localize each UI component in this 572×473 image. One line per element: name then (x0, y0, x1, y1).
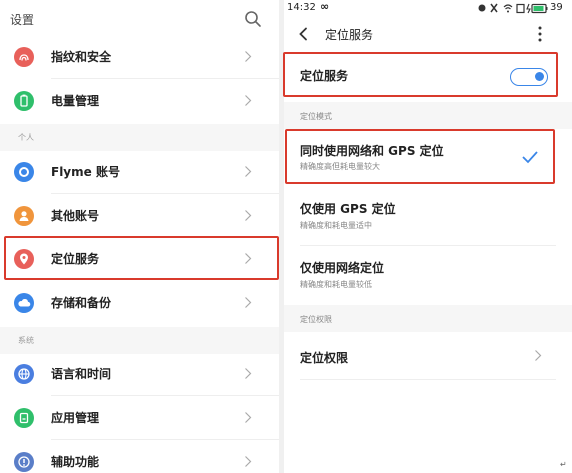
chevron-right-icon (245, 297, 252, 308)
flyme-account-icon (14, 162, 34, 182)
page-title: 设置 (10, 13, 35, 27)
battery-status-icon (531, 3, 548, 14)
permission-label: 定位权限 (300, 351, 349, 365)
settings-item-app-management[interactable]: 应用管理 (0, 396, 279, 440)
fingerprint-icon (14, 47, 34, 67)
status-icons (478, 3, 548, 14)
mode-title: 仅使用网络定位 (300, 261, 385, 275)
section-label: 定位权限 (300, 315, 332, 324)
chevron-right-icon (245, 412, 252, 423)
settings-item-label: 电量管理 (51, 94, 100, 108)
search-icon[interactable] (244, 10, 262, 28)
status-time: 14:32 (287, 2, 316, 13)
section-header-mode: 定位模式 (284, 102, 572, 129)
section-header-personal: 个人 (0, 124, 279, 151)
mode-subtitle: 精确度和耗电量较低 (300, 280, 372, 289)
app-icon (14, 408, 34, 428)
battery-icon (14, 91, 34, 111)
divider (300, 245, 556, 246)
settings-item-battery[interactable]: 电量管理 (0, 79, 279, 123)
return-mark: ↵ (560, 460, 567, 469)
section-label: 个人 (18, 133, 34, 142)
settings-item-label: 辅助功能 (51, 455, 100, 469)
settings-item-label: 其他账号 (51, 209, 100, 223)
battery-level: 39 (550, 2, 563, 13)
mode-title: 仅使用 GPS 定位 (300, 202, 396, 216)
page-title: 定位服务 (325, 28, 374, 42)
chevron-right-icon (245, 210, 252, 221)
mute-icon (490, 3, 498, 13)
settings-item-storage-backup[interactable]: 存储和备份 (0, 281, 279, 325)
settings-item-other-accounts[interactable]: 其他账号 (0, 194, 279, 238)
accessibility-icon (14, 452, 34, 472)
settings-item-label: 指纹和安全 (51, 50, 112, 64)
app-bar: 定位服务 (284, 18, 572, 50)
wifi-icon (503, 4, 513, 13)
settings-item-label: 语言和时间 (51, 367, 112, 381)
settings-item-accessibility[interactable]: 辅助功能 (0, 440, 279, 473)
settings-item-label: Flyme 账号 (51, 165, 120, 179)
back-arrow-icon[interactable] (298, 27, 308, 41)
settings-item-language-time[interactable]: 语言和时间 (0, 352, 279, 396)
status-bar: 14:32 ∞ 39 (284, 0, 572, 16)
mode-option-gps-only[interactable]: 仅使用 GPS 定位 精确度和耗电量适中 (284, 188, 572, 246)
infinity-icon: ∞ (320, 0, 330, 13)
section-label: 定位模式 (300, 112, 332, 121)
chevron-right-icon (245, 166, 252, 177)
highlight-box-location-item (4, 236, 279, 280)
settings-item-fingerprint[interactable]: 指纹和安全 (0, 35, 279, 79)
person-icon (14, 206, 34, 226)
settings-header: 设置 (0, 0, 279, 38)
highlight-box-toggle (283, 52, 558, 97)
settings-item-label: 存储和备份 (51, 296, 112, 310)
chevron-right-icon (245, 51, 252, 62)
sim-icon (516, 3, 525, 14)
cloud-icon (14, 293, 34, 313)
mode-subtitle: 精确度和耗电量适中 (300, 221, 372, 230)
divider (300, 379, 556, 380)
highlight-box-selected-mode (285, 129, 555, 184)
chevron-right-icon (535, 350, 542, 361)
section-label: 系统 (18, 336, 34, 345)
globe-icon (14, 364, 34, 384)
chevron-right-icon (245, 368, 252, 379)
section-header-system: 系统 (0, 327, 279, 354)
more-options-icon[interactable] (537, 25, 543, 43)
settings-item-label: 应用管理 (51, 411, 100, 425)
chevron-right-icon (245, 456, 252, 467)
section-header-permission: 定位权限 (284, 305, 572, 332)
chevron-right-icon (245, 95, 252, 106)
mode-option-network-only[interactable]: 仅使用网络定位 精确度和耗电量较低 (284, 247, 572, 305)
nfc-icon (478, 4, 486, 12)
location-permission-row[interactable]: 定位权限 (284, 332, 572, 380)
settings-item-flyme-account[interactable]: Flyme 账号 (0, 150, 279, 194)
charging-icon (526, 3, 531, 14)
